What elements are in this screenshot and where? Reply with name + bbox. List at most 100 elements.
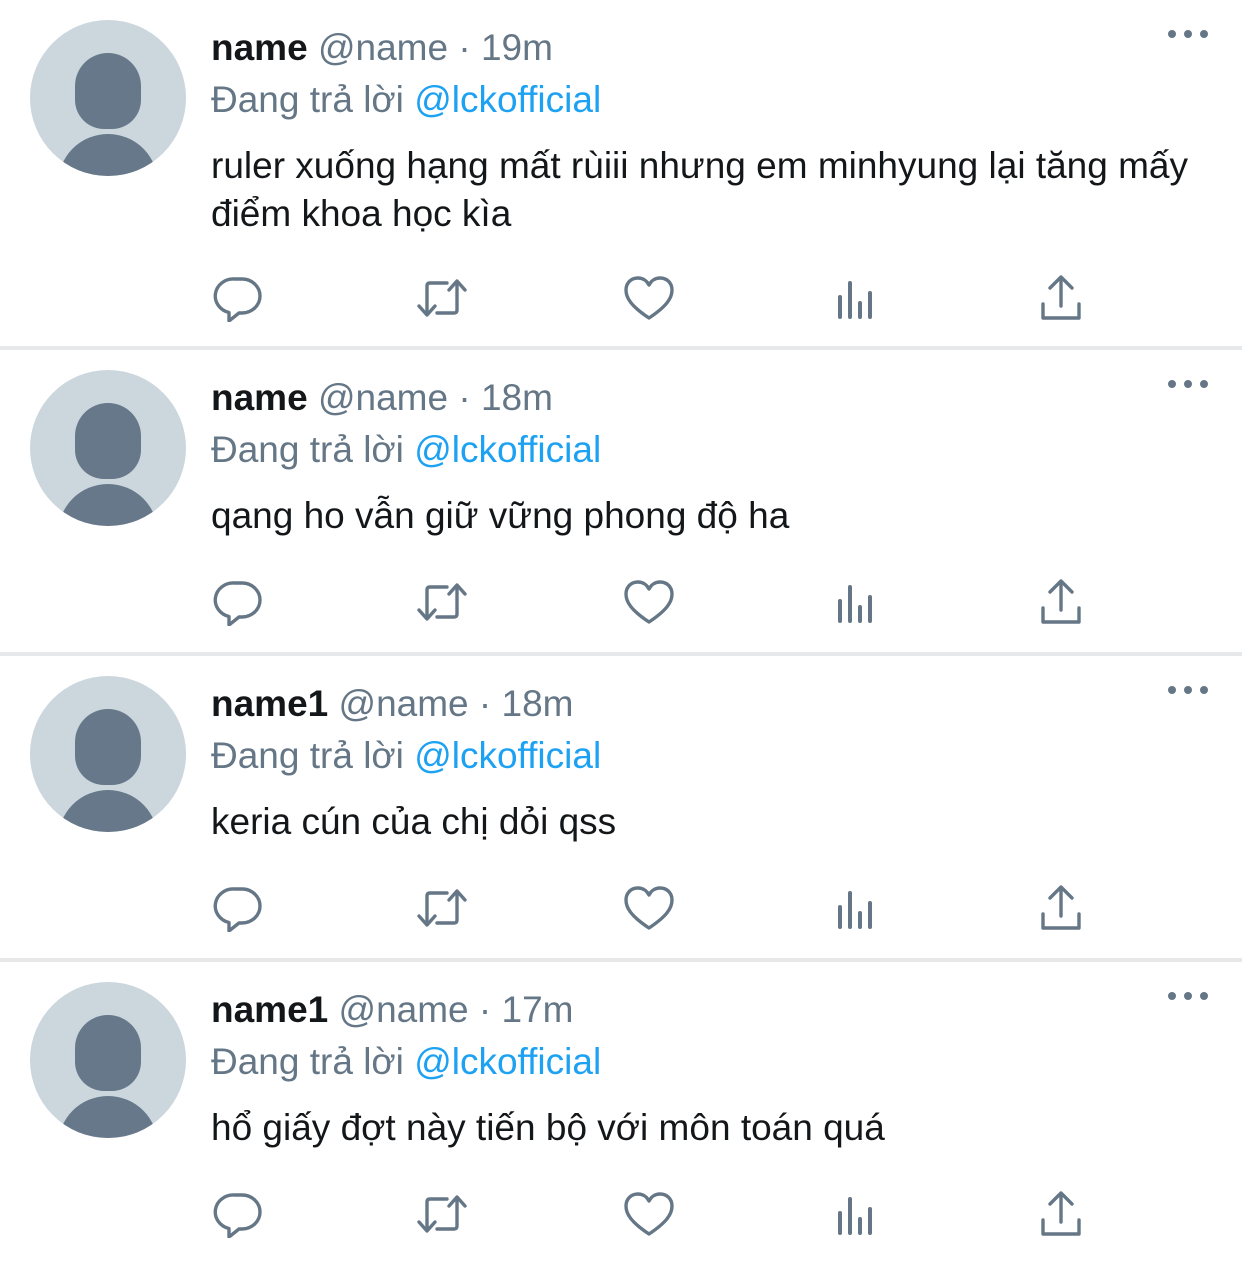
separator-dot: · — [458, 377, 471, 418]
analytics-icon — [838, 1197, 872, 1235]
avatar-head — [75, 53, 141, 129]
more-icon[interactable] — [1168, 26, 1208, 42]
avatar[interactable] — [30, 676, 186, 832]
separator-dot: · — [458, 27, 471, 68]
retweet-icon — [417, 1195, 467, 1233]
reply-prefix: Đang trả lời — [211, 79, 404, 120]
action-bar — [212, 274, 1092, 322]
analytics-button[interactable] — [829, 578, 881, 626]
tweet[interactable]: name @name · 19m Đang trả lời @lckoffici… — [0, 0, 1242, 350]
reply-icon — [213, 887, 262, 932]
share-button[interactable] — [1035, 1190, 1087, 1238]
like-button[interactable] — [623, 884, 675, 932]
timestamp[interactable]: 18m — [481, 377, 553, 418]
replying-to: Đang trả lời @lckofficial — [211, 1042, 601, 1082]
reply-prefix: Đang trả lời — [211, 735, 404, 776]
avatar[interactable] — [30, 982, 186, 1138]
share-button[interactable] — [1035, 884, 1087, 932]
display-name[interactable]: name — [211, 377, 308, 418]
tweet-header: name1 @name · 17m — [211, 990, 574, 1030]
tweet[interactable]: name1 @name · 18m Đang trả lời @lckoffic… — [0, 656, 1242, 962]
share-icon — [1041, 275, 1081, 320]
reply-mention-link[interactable]: @lckofficial — [414, 1041, 601, 1082]
like-button[interactable] — [623, 578, 675, 626]
separator-dot: · — [478, 989, 492, 1030]
retweet-button[interactable] — [416, 884, 468, 932]
share-button[interactable] — [1035, 578, 1087, 626]
reply-icon — [213, 581, 262, 626]
analytics-icon — [838, 891, 872, 929]
handle[interactable]: @name — [318, 377, 448, 418]
more-icon[interactable] — [1168, 376, 1208, 392]
retweet-button[interactable] — [416, 1190, 468, 1238]
share-icon — [1041, 885, 1081, 930]
avatar[interactable] — [30, 370, 186, 526]
display-name[interactable]: name — [211, 27, 308, 68]
reply-button[interactable] — [212, 884, 264, 932]
handle[interactable]: @name — [339, 989, 469, 1030]
tweet[interactable]: name1 @name · 17m Đang trả lời @lckoffic… — [0, 962, 1242, 1271]
retweet-button[interactable] — [416, 274, 468, 322]
analytics-icon — [838, 281, 872, 319]
tweet-header: name @name · 19m — [211, 28, 553, 68]
avatar-body — [58, 484, 158, 526]
analytics-button[interactable] — [829, 884, 881, 932]
like-button[interactable] — [623, 274, 675, 322]
timestamp[interactable]: 19m — [481, 27, 553, 68]
display-name[interactable]: name1 — [211, 989, 328, 1030]
tweet-text: qang ho vẫn giữ vững phong độ ha — [211, 495, 790, 536]
action-bar — [212, 884, 1092, 932]
handle[interactable]: @name — [318, 27, 448, 68]
analytics-button[interactable] — [829, 1190, 881, 1238]
like-icon — [624, 1192, 674, 1236]
reply-button[interactable] — [212, 274, 264, 322]
display-name[interactable]: name1 — [211, 683, 328, 724]
separator-dot: · — [478, 683, 492, 724]
replying-to: Đang trả lời @lckofficial — [211, 736, 601, 776]
reply-prefix: Đang trả lời — [211, 429, 404, 470]
tweet-text: keria cún của chị dỏi qss — [211, 801, 617, 842]
avatar-head — [75, 1015, 141, 1091]
share-icon — [1041, 1191, 1081, 1236]
timestamp[interactable]: 17m — [502, 989, 574, 1030]
avatar-head — [75, 709, 141, 785]
reply-button[interactable] — [212, 578, 264, 626]
avatar-head — [75, 403, 141, 479]
reply-feed: name @name · 19m Đang trả lời @lckoffici… — [0, 0, 1242, 1271]
reply-icon — [213, 277, 262, 322]
like-icon — [624, 886, 674, 930]
analytics-icon — [838, 585, 872, 623]
reply-icon — [213, 1193, 262, 1238]
more-icon[interactable] — [1168, 682, 1208, 698]
timestamp[interactable]: 18m — [502, 683, 574, 724]
reply-button[interactable] — [212, 1190, 264, 1238]
tweet-header: name @name · 18m — [211, 378, 553, 418]
handle[interactable]: @name — [339, 683, 469, 724]
retweet-icon — [417, 889, 467, 927]
tweet[interactable]: name @name · 18m Đang trả lời @lckoffici… — [0, 350, 1242, 656]
reply-mention-link[interactable]: @lckofficial — [414, 79, 601, 120]
retweet-icon — [417, 279, 467, 317]
reply-mention-link[interactable]: @lckofficial — [414, 429, 601, 470]
action-bar — [212, 1190, 1092, 1238]
tweet-header: name1 @name · 18m — [211, 684, 574, 724]
retweet-button[interactable] — [416, 578, 468, 626]
avatar-body — [58, 790, 158, 832]
retweet-icon — [417, 583, 467, 621]
avatar-body — [58, 1096, 158, 1138]
share-icon — [1041, 579, 1081, 624]
analytics-button[interactable] — [829, 274, 881, 322]
more-icon[interactable] — [1168, 988, 1208, 1004]
like-button[interactable] — [623, 1190, 675, 1238]
share-button[interactable] — [1035, 274, 1087, 322]
avatar[interactable] — [30, 20, 186, 176]
tweet-text: ruler xuống hạng mất rùiii nhưng em minh… — [211, 145, 1189, 234]
avatar-body — [58, 134, 158, 176]
tweet-text: hổ giấy đợt này tiến bộ với môn toán quá — [211, 1107, 885, 1148]
replying-to: Đang trả lời @lckofficial — [211, 80, 601, 120]
reply-prefix: Đang trả lời — [211, 1041, 404, 1082]
action-bar — [212, 578, 1092, 626]
like-icon — [624, 580, 674, 624]
reply-mention-link[interactable]: @lckofficial — [414, 735, 601, 776]
replying-to: Đang trả lời @lckofficial — [211, 430, 601, 470]
